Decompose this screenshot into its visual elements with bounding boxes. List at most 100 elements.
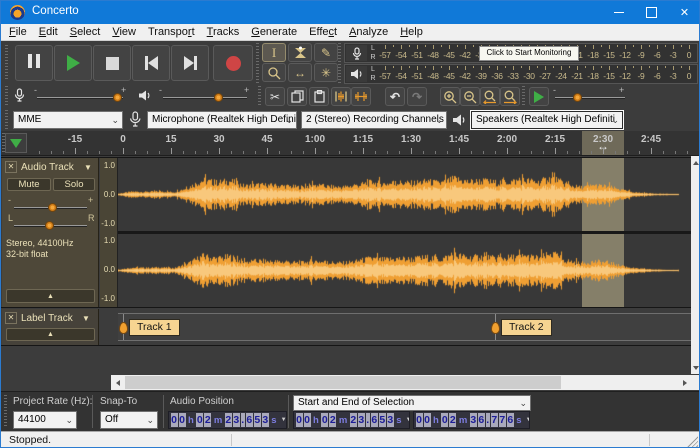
- selection-mode-select[interactable]: Start and End of Selection⌄: [293, 395, 531, 411]
- playback-volume-slider[interactable]: [163, 97, 247, 98]
- vertical-scale-ruler[interactable]: 1.00.0-1.01.00.0-1.0: [100, 158, 118, 307]
- play-button[interactable]: [54, 45, 92, 81]
- edit-toolbar-grip[interactable]: [258, 86, 261, 106]
- time-digit[interactable]: 2: [225, 413, 232, 427]
- recording-meter-mic-button[interactable]: [346, 45, 367, 61]
- time-digit[interactable]: 3: [358, 413, 365, 427]
- meter-toolbar-grip[interactable]: [338, 43, 341, 83]
- time-digit[interactable]: .: [366, 413, 370, 427]
- time-digit[interactable]: 3: [387, 413, 394, 427]
- record-button[interactable]: [213, 45, 253, 81]
- time-digit[interactable]: 0: [416, 413, 423, 427]
- horizontal-scrollbar[interactable]: [111, 375, 691, 390]
- audio-track-waveform-area[interactable]: [118, 158, 691, 307]
- silence-audio-button[interactable]: [351, 87, 371, 106]
- multi-tool-button[interactable]: ✳: [314, 63, 338, 82]
- fit-project-button[interactable]: [500, 87, 520, 106]
- audio-track-title[interactable]: Audio Track: [21, 162, 74, 173]
- menu-analyze[interactable]: Analyze: [343, 24, 394, 40]
- audio-track-menu-caret-icon[interactable]: ▼: [84, 163, 92, 172]
- time-digit[interactable]: 3: [233, 413, 240, 427]
- selection-end-field[interactable]: 00h02m36.776s▼: [413, 411, 530, 429]
- audio-position-field[interactable]: 00h02m23.653s▼: [168, 411, 287, 429]
- maximize-button[interactable]: [635, 1, 668, 24]
- pan-handle[interactable]: [45, 221, 54, 230]
- menu-view[interactable]: View: [106, 24, 142, 40]
- snap-to-select[interactable]: Off⌄: [100, 411, 158, 429]
- title-bar[interactable]: Concerto ✕: [1, 1, 699, 24]
- time-digit[interactable]: 2: [449, 413, 456, 427]
- mixer-toolbar-grip[interactable]: [5, 86, 8, 106]
- time-digit[interactable]: 7: [499, 413, 506, 427]
- playback-meter-speaker-button[interactable]: [346, 66, 367, 82]
- project-rate-select[interactable]: 44100⌄: [13, 411, 77, 429]
- time-digit[interactable]: .: [486, 413, 490, 427]
- label-track-title[interactable]: Label Track: [21, 313, 73, 324]
- recording-channels-select[interactable]: 2 (Stereo) Recording Channels⌄: [301, 111, 447, 129]
- time-digit[interactable]: 7: [491, 413, 498, 427]
- field-dropdown-icon[interactable]: ▼: [406, 417, 410, 423]
- time-digit[interactable]: 6: [507, 413, 514, 427]
- menu-select[interactable]: Select: [64, 24, 107, 40]
- fit-selection-button[interactable]: [480, 87, 500, 106]
- time-digit[interactable]: 6: [371, 413, 378, 427]
- time-digit[interactable]: 0: [171, 413, 178, 427]
- track-label[interactable]: Track 2: [501, 319, 552, 336]
- vertical-scrollbar[interactable]: [691, 156, 700, 374]
- recording-volume-slider[interactable]: [37, 97, 123, 98]
- audio-track-close-button[interactable]: ✕: [5, 161, 17, 173]
- play-speed-slider[interactable]: [555, 97, 625, 98]
- selection-toolbar-grip[interactable]: [4, 395, 7, 428]
- undo-button[interactable]: ↶: [385, 87, 405, 106]
- waveform-channel-left[interactable]: [118, 158, 691, 231]
- scroll-left-button[interactable]: [111, 375, 124, 390]
- mute-button[interactable]: Mute: [7, 178, 51, 191]
- play-speed-handle[interactable]: [573, 93, 582, 102]
- time-digit[interactable]: 0: [196, 413, 203, 427]
- scroll-right-button[interactable]: [678, 375, 691, 390]
- time-digit[interactable]: 5: [254, 413, 261, 427]
- draw-tool-button[interactable]: ✎: [314, 43, 338, 62]
- play-at-speed-grip[interactable]: [522, 86, 525, 106]
- selection-start-field[interactable]: 00h02m23.653s▼: [293, 411, 410, 429]
- menu-generate[interactable]: Generate: [245, 24, 303, 40]
- time-digit[interactable]: 0: [296, 413, 303, 427]
- tools-toolbar-grip[interactable]: [256, 43, 259, 83]
- time-digit[interactable]: 2: [329, 413, 336, 427]
- menu-effect[interactable]: Effect: [303, 24, 343, 40]
- menu-tracks[interactable]: Tracks: [201, 24, 246, 40]
- collapse-label-track-button[interactable]: ▲: [6, 328, 95, 341]
- stop-button[interactable]: [93, 45, 131, 81]
- time-digit[interactable]: .: [241, 413, 245, 427]
- time-digit[interactable]: 6: [246, 413, 253, 427]
- gain-handle[interactable]: [48, 203, 57, 212]
- skip-to-end-button[interactable]: [171, 45, 209, 81]
- time-digit[interactable]: 2: [350, 413, 357, 427]
- waveform-channel-right[interactable]: [118, 234, 691, 307]
- timeline-ruler[interactable]: ↔ -1501530451:001:151:301:452:002:152:30…: [1, 131, 699, 156]
- paste-button[interactable]: [309, 87, 329, 106]
- horizontal-scroll-thumb[interactable]: [125, 376, 561, 389]
- time-digit[interactable]: 0: [179, 413, 186, 427]
- label-track-menu-caret-icon[interactable]: ▼: [82, 314, 90, 323]
- field-dropdown-icon[interactable]: ▼: [281, 417, 287, 423]
- cut-button[interactable]: ✂: [265, 87, 285, 106]
- minimize-button[interactable]: [602, 1, 635, 24]
- redo-button[interactable]: ↷: [407, 87, 427, 106]
- label-marker-icon[interactable]: [119, 322, 128, 334]
- time-shift-tool-button[interactable]: ↔: [288, 63, 312, 82]
- time-digit[interactable]: 0: [441, 413, 448, 427]
- menu-help[interactable]: Help: [394, 24, 429, 40]
- time-digit[interactable]: 0: [424, 413, 431, 427]
- time-digit[interactable]: 0: [304, 413, 311, 427]
- time-digit[interactable]: 3: [470, 413, 477, 427]
- playback-device-select[interactable]: Speakers (Realtek High Definiti⌄: [471, 111, 623, 129]
- time-digit[interactable]: 0: [321, 413, 328, 427]
- zoom-in-button[interactable]: [440, 87, 460, 106]
- pause-button[interactable]: [15, 45, 53, 81]
- device-toolbar-grip[interactable]: [5, 110, 8, 129]
- resize-grip[interactable]: [687, 436, 698, 447]
- selection-tool-button[interactable]: I: [262, 43, 286, 62]
- menu-file[interactable]: File: [3, 24, 33, 40]
- label-track-close-button[interactable]: ✕: [5, 312, 17, 324]
